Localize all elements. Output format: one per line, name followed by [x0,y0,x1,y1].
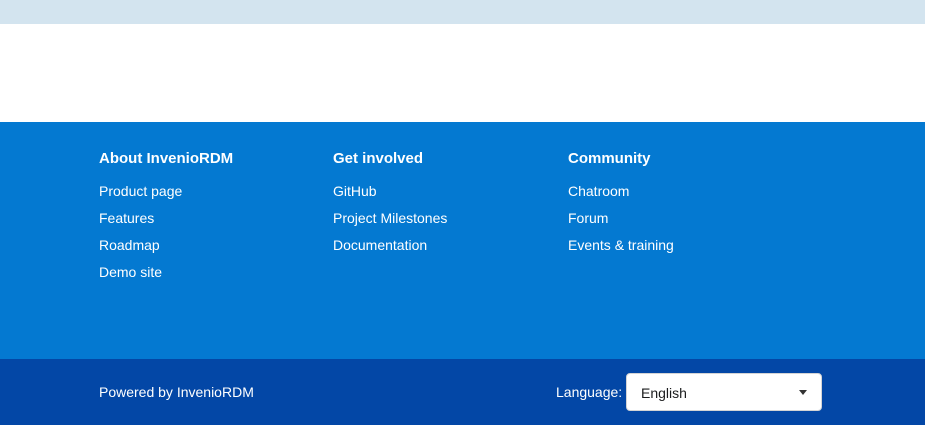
top-banner-strip [0,0,925,24]
footer-link-events-training[interactable]: Events & training [568,237,674,253]
footer-link-product-page[interactable]: Product page [99,183,182,199]
footer-heading-community: Community [568,150,651,167]
footer-link-roadmap[interactable]: Roadmap [99,237,160,253]
footer-link-documentation[interactable]: Documentation [333,237,427,253]
footer-link-features[interactable]: Features [99,210,154,226]
powered-by-prefix: Powered by [99,384,173,400]
page-content-area [0,24,925,122]
footer-heading-about: About InvenioRDM [99,150,234,167]
powered-by-link[interactable]: InvenioRDM [177,384,254,400]
caret-down-icon [799,390,807,395]
footer-link-github[interactable]: GitHub [333,183,377,199]
footer-column-get-involved: Get involved GitHub Project Milestones D… [333,150,447,264]
powered-by-text: Powered by InvenioRDM [99,384,254,400]
language-selected-value: English [641,385,687,401]
footer-main: About InvenioRDM Product page Features R… [0,122,925,359]
footer-link-demo-site[interactable]: Demo site [99,264,162,280]
footer-column-about: About InvenioRDM Product page Features R… [99,150,233,291]
footer-bottom-bar: Powered by InvenioRDM Language: English [0,359,925,425]
footer-link-forum[interactable]: Forum [568,210,608,226]
footer-link-project-milestones[interactable]: Project Milestones [333,210,447,226]
footer-link-chatroom[interactable]: Chatroom [568,183,629,199]
language-label: Language: [556,384,623,400]
footer-column-community: Community Chatroom Forum Events & traini… [568,150,674,264]
footer-heading-get-involved: Get involved [333,150,424,167]
language-select[interactable]: English [626,373,822,411]
